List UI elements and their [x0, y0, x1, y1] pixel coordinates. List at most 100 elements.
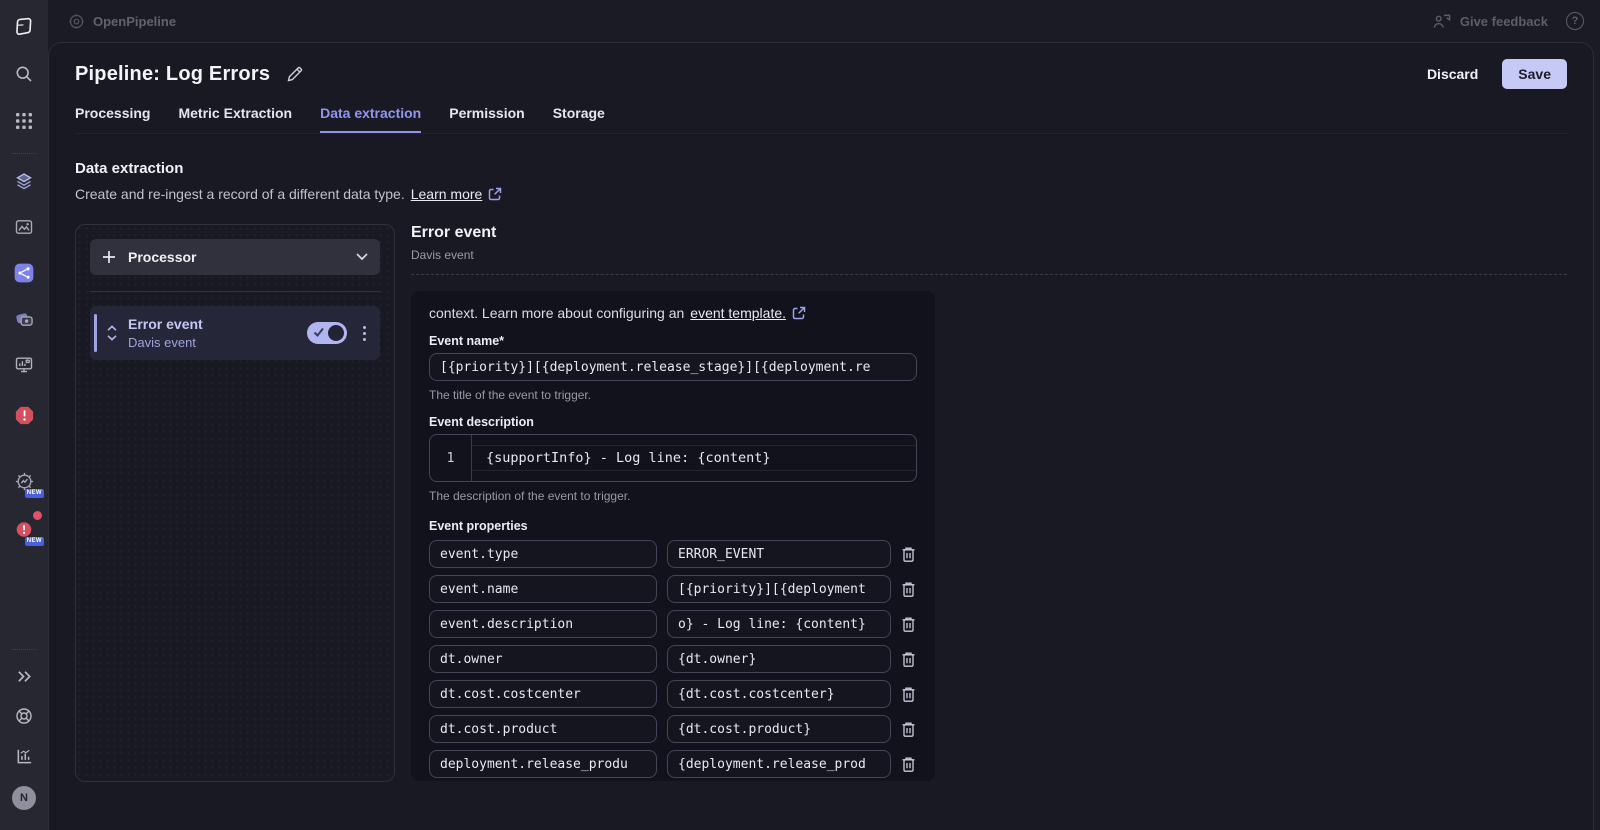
sidebar-divider: [12, 649, 36, 650]
line-number: 1: [430, 435, 472, 481]
new-badge: NEW: [25, 489, 44, 498]
drag-handle-icon[interactable]: [106, 323, 118, 343]
feedback-person-icon: [1433, 13, 1452, 30]
help-icon[interactable]: ?: [1566, 12, 1584, 30]
dynatrace-logo-icon[interactable]: [10, 13, 38, 41]
app-sidebar: NEW NEW N: [0, 0, 48, 830]
event-form-panel: context. Learn more about configuring an…: [411, 291, 935, 781]
property-key-input[interactable]: [429, 645, 657, 673]
sidebar-divider: [12, 153, 36, 154]
workflows-app-icon[interactable]: [10, 305, 38, 333]
new-badge: NEW: [25, 537, 44, 546]
plus-icon: [102, 250, 116, 264]
tab-permission[interactable]: Permission: [449, 105, 524, 133]
event-property-row: [429, 610, 917, 638]
delete-property-icon[interactable]: [901, 616, 916, 633]
top-strip: OpenPipeline Give feedback ?: [48, 0, 1600, 42]
delete-property-icon[interactable]: [901, 546, 916, 563]
processor-item-subtitle: Davis event: [128, 335, 203, 350]
edit-title-icon[interactable]: [286, 65, 304, 83]
delete-property-icon[interactable]: [901, 581, 916, 598]
delete-property-icon[interactable]: [901, 721, 916, 738]
tab-bar: Processing Metric Extraction Data extracti…: [75, 105, 1567, 134]
delete-property-icon[interactable]: [901, 686, 916, 703]
tab-processing[interactable]: Processing: [75, 105, 150, 133]
notification-dot: [33, 511, 42, 520]
apps-grid-icon[interactable]: [10, 107, 38, 135]
event-property-row: [429, 540, 917, 568]
search-icon[interactable]: [10, 60, 38, 88]
learn-more-link[interactable]: Learn more: [411, 186, 483, 202]
property-value-input[interactable]: [667, 715, 891, 743]
discard-button[interactable]: Discard: [1427, 66, 1478, 82]
main-card: Pipeline: Log Errors Discard Save Proces…: [48, 42, 1594, 830]
hosts-app-icon[interactable]: [10, 351, 38, 379]
event-property-row: [429, 575, 917, 603]
give-feedback-button[interactable]: Give feedback: [1433, 13, 1548, 30]
property-key-input[interactable]: [429, 715, 657, 743]
section-title: Data extraction: [75, 160, 1567, 177]
property-key-input[interactable]: [429, 680, 657, 708]
event-property-row: [429, 715, 917, 743]
property-value-input[interactable]: [667, 540, 891, 568]
detail-title: Error event: [411, 224, 1567, 242]
processor-enabled-toggle[interactable]: [307, 322, 347, 344]
expand-sidebar-icon[interactable]: [10, 662, 38, 690]
problems-new-app-icon[interactable]: NEW: [10, 515, 38, 543]
item-menu-icon[interactable]: [361, 324, 368, 343]
toggle-knob: [328, 325, 344, 341]
app-chip: OpenPipeline: [68, 13, 176, 30]
event-properties-label: Event properties: [429, 519, 917, 533]
chevron-down-icon: [356, 253, 368, 261]
problems-app-icon[interactable]: [10, 401, 38, 429]
support-icon[interactable]: [10, 702, 38, 730]
event-name-label: Event name*: [429, 334, 917, 348]
event-description-editor[interactable]: 1 {supportInfo} - Log line: {content}: [429, 434, 917, 482]
tab-storage[interactable]: Storage: [553, 105, 605, 133]
list-divider: [90, 291, 380, 292]
property-value-input[interactable]: [667, 750, 891, 778]
property-value-input[interactable]: [667, 680, 891, 708]
section-description: Create and re-ingest a record of a diffe…: [75, 186, 405, 202]
processor-detail: Error event Davis event context. Learn m…: [411, 224, 1567, 782]
property-key-input[interactable]: [429, 540, 657, 568]
property-value-input[interactable]: [667, 575, 891, 603]
processor-list-item[interactable]: Error event Davis event: [90, 306, 380, 360]
layers-app-icon[interactable]: [10, 167, 38, 195]
tab-data-extraction[interactable]: Data extraction: [320, 105, 421, 133]
delete-property-icon[interactable]: [901, 651, 916, 668]
add-processor-button[interactable]: Processor: [90, 239, 380, 275]
give-feedback-label: Give feedback: [1460, 14, 1548, 29]
property-key-input[interactable]: [429, 750, 657, 778]
davis-new-app-icon[interactable]: NEW: [10, 467, 38, 495]
property-value-input[interactable]: [667, 645, 891, 673]
app-title: OpenPipeline: [93, 14, 176, 29]
check-icon: [313, 327, 325, 338]
property-value-input[interactable]: [667, 610, 891, 638]
property-key-input[interactable]: [429, 575, 657, 603]
pipeline-app-icon[interactable]: [10, 259, 38, 287]
code-line[interactable]: {supportInfo} - Log line: {content}: [472, 445, 916, 471]
event-name-input[interactable]: [429, 353, 917, 381]
usage-chart-icon[interactable]: [10, 742, 38, 770]
user-avatar[interactable]: N: [10, 784, 38, 812]
tab-metric-extraction[interactable]: Metric Extraction: [178, 105, 292, 133]
detail-subtitle: Davis event: [411, 248, 1567, 262]
processor-item-title: Error event: [128, 316, 203, 332]
save-button[interactable]: Save: [1502, 59, 1567, 89]
delete-property-icon[interactable]: [901, 756, 916, 773]
page-title: Pipeline: Log Errors: [75, 63, 270, 86]
openpipeline-app-icon: [68, 13, 85, 30]
event-template-link[interactable]: event template.: [690, 305, 786, 321]
detail-divider: [411, 274, 1567, 275]
processor-list-panel: Processor Error event Davis event: [75, 224, 395, 782]
add-processor-label: Processor: [128, 249, 196, 265]
context-text: context. Learn more about configuring an: [429, 305, 684, 321]
external-link-icon: [792, 306, 806, 320]
event-description-label: Event description: [429, 415, 917, 429]
dashboards-app-icon[interactable]: [10, 213, 38, 241]
avatar-initial: N: [12, 786, 36, 810]
property-key-input[interactable]: [429, 610, 657, 638]
event-name-help: The title of the event to trigger.: [429, 388, 917, 402]
event-description-help: The description of the event to trigger.: [429, 489, 917, 503]
